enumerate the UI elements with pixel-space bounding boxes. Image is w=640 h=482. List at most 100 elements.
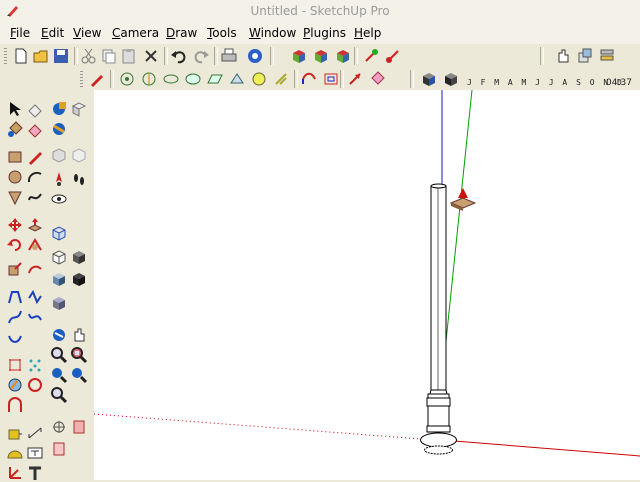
- previous-view-icon[interactable]: [70, 366, 88, 384]
- paint-icon[interactable]: [6, 120, 24, 138]
- select-arrow-icon[interactable]: [6, 100, 24, 118]
- toolbar-grip[interactable]: [4, 48, 7, 64]
- paint-bucket-icon[interactable]: [368, 70, 386, 88]
- walk-footprints-icon[interactable]: [70, 170, 88, 188]
- move-icon[interactable]: [346, 70, 364, 88]
- globe-paint-icon[interactable]: [6, 376, 24, 394]
- save-icon[interactable]: [52, 47, 70, 65]
- open-folder-icon[interactable]: [32, 47, 50, 65]
- menu-tools[interactable]: Tools: [207, 26, 237, 40]
- zoom-window-icon[interactable]: [70, 346, 88, 364]
- circle-tool-icon[interactable]: [6, 168, 24, 186]
- display-shadows-icon[interactable]: [442, 70, 460, 88]
- model-info-icon[interactable]: [246, 47, 264, 65]
- section-plane-tool-icon[interactable]: [70, 418, 88, 436]
- axes-tool-icon[interactable]: [6, 464, 24, 482]
- share-component-icon[interactable]: [334, 47, 352, 65]
- dots-icon[interactable]: [26, 356, 44, 374]
- rectangle-tool-icon[interactable]: [6, 148, 24, 166]
- protractor-icon[interactable]: [6, 444, 24, 462]
- text-tool-icon[interactable]: [26, 444, 44, 462]
- pan-hand-icon[interactable]: [50, 326, 68, 344]
- pencil-line-icon[interactable]: [88, 70, 106, 88]
- hidden-line-style-icon[interactable]: [50, 248, 68, 266]
- share-model-icon[interactable]: [312, 47, 330, 65]
- arc-tool-icon[interactable]: [26, 168, 44, 186]
- components-browser-icon[interactable]: [50, 100, 68, 118]
- curve-tool-d-icon[interactable]: [26, 308, 44, 326]
- zoom-extents-icon[interactable]: [50, 366, 68, 384]
- push-pull-icon[interactable]: [26, 216, 44, 234]
- menu-view[interactable]: View: [73, 26, 101, 40]
- get-models-icon[interactable]: [290, 47, 308, 65]
- line-tool-icon[interactable]: [26, 148, 44, 166]
- get-photo-texture-icon[interactable]: [362, 47, 380, 65]
- wireframe-style-icon[interactable]: [50, 224, 68, 242]
- curve-tool-b-icon[interactable]: [26, 288, 44, 306]
- follow-me-icon[interactable]: [300, 70, 318, 88]
- look-around-eye-icon[interactable]: [50, 190, 68, 208]
- menu-plugins[interactable]: Plugins: [303, 26, 346, 40]
- hand-tool-icon[interactable]: [70, 326, 88, 344]
- grid-points-icon[interactable]: [6, 356, 24, 374]
- styles-globe-icon[interactable]: [50, 120, 68, 138]
- column-shaft[interactable]: [430, 185, 447, 391]
- 3d-text-icon[interactable]: [26, 464, 44, 482]
- orbit-icon[interactable]: [50, 170, 68, 188]
- toolbar-grip[interactable]: [80, 71, 83, 87]
- freehand-tool-icon[interactable]: [26, 188, 44, 206]
- copy-icon[interactable]: [100, 47, 118, 65]
- arch-icon[interactable]: [6, 396, 24, 414]
- monochrome-style-icon[interactable]: [70, 270, 88, 288]
- view-left-icon[interactable]: [272, 70, 290, 88]
- menu-window[interactable]: Window: [249, 26, 296, 40]
- view-back-icon[interactable]: [250, 70, 268, 88]
- shaded-textures-style-icon[interactable]: [50, 270, 68, 288]
- curve-tool-c-icon[interactable]: [6, 308, 24, 326]
- erase-icon[interactable]: [26, 120, 44, 138]
- menu-help[interactable]: Help: [354, 26, 381, 40]
- paste-icon[interactable]: [120, 47, 138, 65]
- dimension-icon[interactable]: [26, 424, 44, 442]
- tape-measure-icon[interactable]: [6, 424, 24, 442]
- zoom-icon[interactable]: [50, 346, 68, 364]
- undo-icon[interactable]: [170, 47, 188, 65]
- view-top-icon[interactable]: [184, 70, 202, 88]
- menu-draw[interactable]: Draw: [166, 26, 197, 40]
- section-cut-icon[interactable]: [50, 294, 68, 312]
- offset-icon[interactable]: [322, 70, 340, 88]
- print-icon[interactable]: [220, 47, 238, 65]
- offset-tool-icon[interactable]: [26, 260, 44, 278]
- view-iso-icon[interactable]: [162, 70, 180, 88]
- scale-tool-icon[interactable]: [6, 260, 24, 278]
- layers-icon[interactable]: [598, 47, 616, 65]
- rotate-tool-icon[interactable]: [6, 236, 24, 254]
- next-view-icon[interactable]: [50, 386, 68, 404]
- shadow-settings-icon[interactable]: [420, 70, 438, 88]
- select-hand-icon[interactable]: [554, 47, 572, 65]
- position-camera-icon[interactable]: [50, 418, 68, 436]
- add-location-icon[interactable]: [384, 47, 402, 65]
- new-file-icon[interactable]: [12, 47, 30, 65]
- menu-edit[interactable]: Edit: [41, 26, 64, 40]
- menu-camera[interactable]: Camera: [112, 26, 159, 40]
- view-front-icon[interactable]: [206, 70, 224, 88]
- position-gizmo-arrow-icon[interactable]: [458, 188, 468, 198]
- shaded-style-icon[interactable]: [70, 248, 88, 266]
- section-fill-icon[interactable]: [50, 440, 68, 458]
- back-edges-icon[interactable]: [70, 146, 88, 164]
- view-right-icon[interactable]: [228, 70, 246, 88]
- curve-tool-e-icon[interactable]: [6, 328, 24, 346]
- model-canvas[interactable]: [94, 90, 640, 480]
- drawing-viewport[interactable]: [94, 90, 640, 480]
- section-display-icon[interactable]: [140, 70, 158, 88]
- move-tool-icon[interactable]: [6, 216, 24, 234]
- erase-delete-icon[interactable]: [142, 47, 160, 65]
- cut-icon[interactable]: [80, 47, 98, 65]
- xray-icon[interactable]: [50, 146, 68, 164]
- curve-tool-a-icon[interactable]: [6, 288, 24, 306]
- polygon-tool-icon[interactable]: [6, 188, 24, 206]
- redo-icon[interactable]: [192, 47, 210, 65]
- eraser-icon[interactable]: [26, 100, 44, 118]
- circle-outline-icon[interactable]: [26, 376, 44, 394]
